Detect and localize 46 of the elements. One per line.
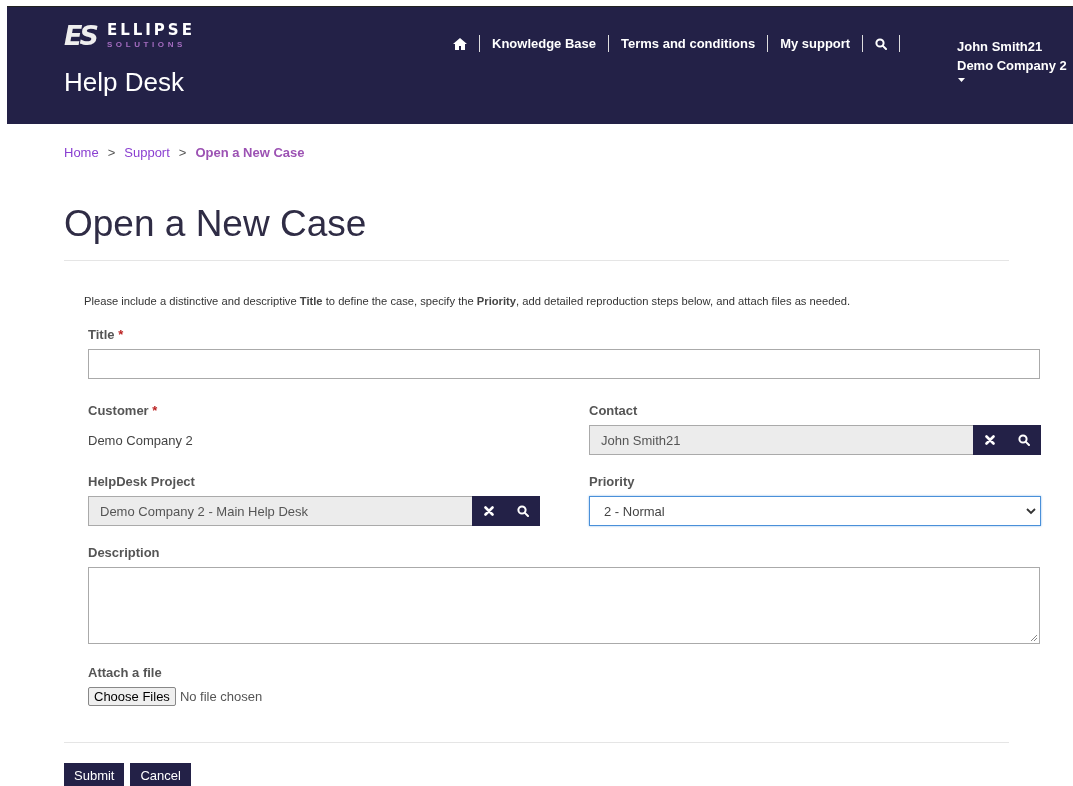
breadcrumb-separator: >	[178, 144, 187, 160]
breadcrumb-link[interactable]: Support	[124, 144, 170, 160]
search-icon[interactable]	[517, 505, 529, 517]
search-icon[interactable]	[1018, 434, 1030, 446]
search-button[interactable]	[506, 496, 540, 526]
field-label: Priority	[589, 474, 635, 490]
instructions-text: Please include a distinctive and descriptive Title to define the case, specify the Priority, add detailed reproduction steps below, and attach files as needed.	[84, 295, 850, 307]
clear-button[interactable]	[472, 496, 506, 526]
brand-name: ELLIPSE	[106, 21, 195, 39]
search-icon[interactable]	[875, 37, 888, 50]
form-button[interactable]: Submit	[64, 763, 125, 786]
field-label: Contact	[589, 403, 638, 419]
user-company[interactable]: Demo Company 2	[957, 56, 1067, 75]
form-button[interactable]: Cancel	[130, 763, 191, 786]
home-icon[interactable]	[453, 37, 467, 50]
user-name[interactable]: John Smith21	[957, 37, 1067, 56]
search-button[interactable]	[1007, 425, 1041, 455]
description-field[interactable]	[88, 567, 1040, 644]
field-label: Attach a file	[88, 665, 162, 681]
field-value: Demo Company 2	[88, 433, 193, 448]
title-field[interactable]	[88, 349, 1040, 379]
close-icon[interactable]	[985, 435, 995, 445]
file-status: No file chosen	[179, 689, 263, 704]
breadcrumb-separator: >	[107, 144, 116, 160]
resize-handle-icon[interactable]	[1030, 634, 1038, 642]
page-title: Open a New Case	[64, 202, 367, 246]
nav-link[interactable]: My support	[780, 36, 851, 51]
close-icon[interactable]	[484, 506, 494, 516]
breadcrumb-link[interactable]: Home	[64, 144, 99, 160]
clear-button[interactable]	[973, 425, 1007, 455]
field-label: Customer *	[88, 403, 158, 419]
choose-files-button[interactable]: Choose Files	[88, 687, 176, 706]
site-title: Help Desk	[64, 67, 184, 98]
brand-tagline: SOLUTIONS	[106, 40, 187, 49]
lookup-field[interactable]: Demo Company 2 - Main Help Desk	[88, 496, 472, 526]
caret-icon[interactable]	[958, 78, 965, 82]
field-label: Description	[88, 545, 160, 561]
lookup-field[interactable]: John Smith21	[589, 425, 973, 455]
breadcrumb-link[interactable]: Open a New Case	[195, 144, 305, 160]
logo-mark: ES	[64, 19, 98, 51]
chevron-down-icon	[1026, 507, 1036, 515]
nav-link[interactable]: Terms and conditions	[621, 36, 756, 51]
field-label: Title *	[88, 327, 124, 343]
field-label: HelpDesk Project	[88, 474, 195, 490]
nav-link[interactable]: Knowledge Base	[492, 36, 597, 51]
priority-dropdown[interactable]: 2 - Normal	[589, 496, 1041, 526]
